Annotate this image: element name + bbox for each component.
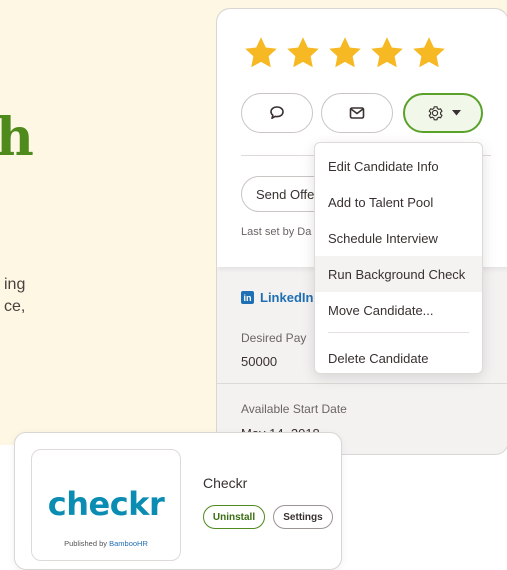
star-icon[interactable] — [285, 35, 321, 71]
integration-card: checkr Published by BambooHR Checkr Unin… — [14, 432, 342, 570]
candidate-actions-menu: Edit Candidate Info Add to Talent Pool S… — [314, 142, 483, 374]
star-icon[interactable] — [411, 35, 447, 71]
hero-text-line: ing — [4, 276, 26, 293]
start-date-label: Available Start Date — [241, 402, 347, 416]
star-icon[interactable] — [243, 35, 279, 71]
desired-pay-label: Desired Pay — [241, 331, 307, 345]
uninstall-button[interactable]: Uninstall — [203, 505, 265, 529]
caret-down-icon — [451, 110, 461, 116]
message-button[interactable] — [241, 93, 313, 133]
menu-item-delete-candidate[interactable]: Delete Candidate — [315, 340, 482, 376]
message-icon — [268, 104, 286, 122]
settings-menu-button[interactable] — [403, 93, 483, 133]
menu-item-move-candidate[interactable]: Move Candidate... — [315, 292, 482, 328]
linkedin-icon: in — [241, 291, 254, 304]
mail-icon — [348, 104, 366, 122]
menu-item-add-to-talent-pool[interactable]: Add to Talent Pool — [315, 184, 482, 220]
menu-item-edit-candidate-info[interactable]: Edit Candidate Info — [315, 148, 482, 184]
menu-divider — [328, 332, 469, 333]
desired-pay-value: 50000 — [241, 354, 278, 369]
checkr-logo: checkr Published by BambooHR — [31, 449, 181, 561]
star-icon[interactable] — [327, 35, 363, 71]
app-name: Checkr — [203, 475, 248, 491]
menu-item-run-background-check[interactable]: Run Background Check — [315, 256, 482, 292]
hero-text-line: ce, — [4, 298, 26, 315]
settings-button[interactable]: Settings — [273, 505, 333, 529]
publisher-name: BambooHR — [109, 539, 148, 548]
last-set-text: Last set by Da — [241, 226, 312, 238]
linkedin-link[interactable]: in LinkedIn — [241, 290, 313, 305]
star-icon[interactable] — [369, 35, 405, 71]
linkedin-label: LinkedIn — [260, 290, 314, 305]
email-button[interactable] — [321, 93, 393, 133]
divider — [217, 383, 507, 384]
gear-icon — [426, 104, 444, 122]
menu-item-schedule-interview[interactable]: Schedule Interview — [315, 220, 482, 256]
published-by-text: Published by BambooHR — [64, 539, 148, 548]
hero-heading-fragment: h — [0, 107, 34, 168]
checkr-logo-text: checkr — [47, 485, 165, 523]
star-rating[interactable] — [243, 35, 447, 71]
